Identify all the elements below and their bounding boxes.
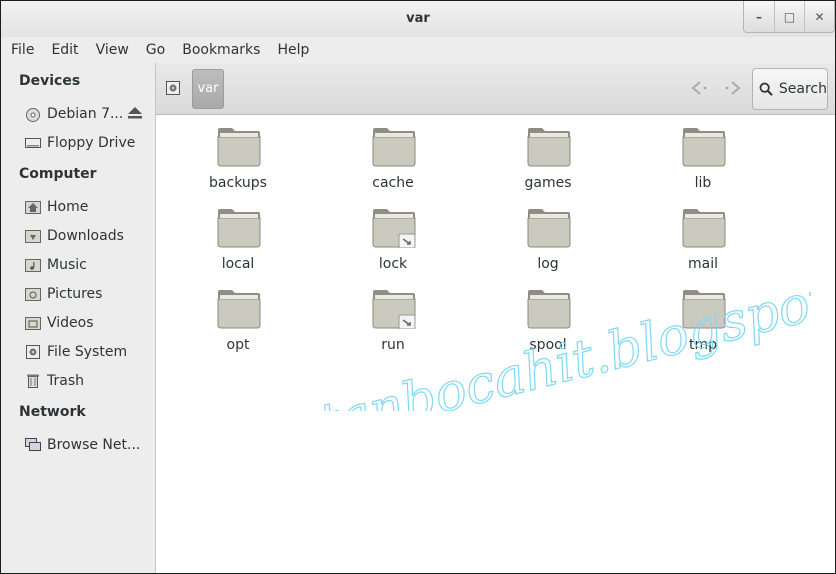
file-item-log[interactable]: log [488, 198, 608, 272]
minimize-button[interactable]: – [744, 1, 774, 32]
file-item-lock[interactable]: lock [333, 198, 453, 272]
folder-icon [682, 290, 726, 329]
file-item-spool[interactable]: spool [488, 279, 608, 353]
sidebar-item-label: Debian 7... [47, 106, 124, 122]
menu-file[interactable]: File [11, 42, 34, 58]
sidebar-item-pictures[interactable]: Pictures [25, 283, 102, 305]
folder-icon [527, 209, 571, 248]
file-item-tmp[interactable]: tmp [643, 279, 763, 353]
file-label: lib [694, 175, 712, 191]
trash-icon [25, 374, 41, 388]
menu-go[interactable]: Go [146, 42, 165, 58]
sidebar-item-label: Trash [47, 373, 84, 389]
menu-edit[interactable]: Edit [51, 42, 78, 58]
sidebar-item-music[interactable]: Music [25, 254, 87, 276]
home-icon [25, 200, 41, 214]
menu-bookmarks[interactable]: Bookmarks [182, 42, 260, 58]
sidebar: Devices Debian 7... Floppy Drive Compute… [1, 63, 156, 573]
maximize-button[interactable]: □ [774, 1, 804, 32]
folder-icon [682, 209, 726, 248]
sidebar-item-browse-network[interactable]: Browse Net... [25, 434, 140, 456]
file-label: cache [372, 175, 414, 191]
search-label: Search [778, 81, 827, 97]
file-item-games[interactable]: games [488, 117, 608, 191]
folder-icon [372, 209, 416, 248]
sidebar-item-label: Pictures [47, 286, 103, 302]
sidebar-item-label: Browse Net... [47, 437, 141, 453]
sidebar-item-videos[interactable]: Videos [25, 312, 94, 334]
maximize-icon: □ [783, 10, 796, 24]
folder-icon [372, 290, 416, 329]
sidebar-item-downloads[interactable]: Downloads [25, 225, 124, 247]
file-item-local[interactable]: local [178, 198, 298, 272]
folder-icon [217, 209, 261, 248]
file-label: mail [688, 256, 718, 272]
folder-icon [527, 290, 571, 329]
sidebar-item-floppy-drive[interactable]: Floppy Drive [25, 132, 135, 154]
downloads-icon [25, 229, 41, 243]
folder-icon [372, 128, 416, 167]
close-icon: ✕ [814, 10, 825, 24]
back-arrow-icon[interactable] [688, 77, 710, 99]
folder-icon [682, 128, 726, 167]
toolbar: var Search [156, 63, 835, 115]
file-item-backups[interactable]: backups [178, 117, 298, 191]
sidebar-item-home[interactable]: Home [25, 196, 88, 218]
file-item-run[interactable]: run [333, 279, 453, 353]
file-label: run [381, 337, 405, 353]
file-item-lib[interactable]: lib [643, 117, 763, 191]
search-icon [759, 82, 773, 96]
file-label: spool [529, 337, 567, 353]
floppy-icon [25, 136, 41, 150]
folder-icon [527, 128, 571, 167]
title-bar[interactable]: var – □ ✕ [1, 1, 835, 37]
sidebar-item-label: Home [47, 199, 89, 215]
sidebar-item-label: File System [47, 344, 128, 360]
file-label: tmp [688, 337, 717, 353]
file-label: log [537, 256, 559, 272]
pictures-icon [25, 287, 41, 301]
search-button[interactable]: Search [752, 68, 828, 110]
disc-icon [25, 107, 41, 122]
breadcrumb-var[interactable]: var [192, 69, 224, 109]
file-item-mail[interactable]: mail [643, 198, 763, 272]
window-controls: – □ ✕ [743, 1, 835, 33]
filesystem-icon [25, 345, 41, 359]
sidebar-item-label: Videos [47, 315, 94, 331]
sidebar-item-label: Floppy Drive [47, 135, 136, 151]
sidebar-item-file-system[interactable]: File System [25, 341, 127, 363]
folder-icon [217, 128, 261, 167]
network-icon [25, 438, 41, 452]
file-item-opt[interactable]: opt [178, 279, 298, 353]
folder-icon [217, 290, 261, 329]
file-label: games [524, 175, 572, 191]
sidebar-section-computer: Computer [19, 166, 97, 182]
file-item-cache[interactable]: cache [333, 117, 453, 191]
minimize-icon: – [756, 10, 762, 24]
sidebar-section-devices: Devices [19, 73, 81, 89]
file-manager-window: var – □ ✕ File Edit View Go Bookmarks He… [0, 0, 836, 574]
filesystem-breadcrumb-icon[interactable] [166, 81, 180, 95]
file-label: backups [209, 175, 267, 191]
file-label: opt [226, 337, 250, 353]
forward-arrow-icon[interactable] [722, 77, 744, 99]
eject-icon[interactable] [128, 107, 142, 119]
window-title: var [406, 11, 430, 26]
sidebar-section-network: Network [19, 404, 86, 420]
menu-view[interactable]: View [96, 42, 129, 58]
videos-icon [25, 316, 41, 330]
close-button[interactable]: ✕ [804, 1, 834, 32]
sidebar-item-label: Downloads [47, 228, 124, 244]
music-icon [25, 258, 41, 272]
file-view: backups cache games lib local lock log mail opt r… [156, 115, 835, 573]
sidebar-item-trash[interactable]: Trash [25, 370, 84, 392]
menu-help[interactable]: Help [277, 42, 309, 58]
sidebar-item-label: Music [47, 257, 87, 273]
file-label: lock [378, 256, 408, 272]
file-label: local [221, 256, 255, 272]
menu-bar: File Edit View Go Bookmarks Help [1, 37, 835, 63]
sidebar-item-debian[interactable]: Debian 7... [25, 103, 123, 125]
